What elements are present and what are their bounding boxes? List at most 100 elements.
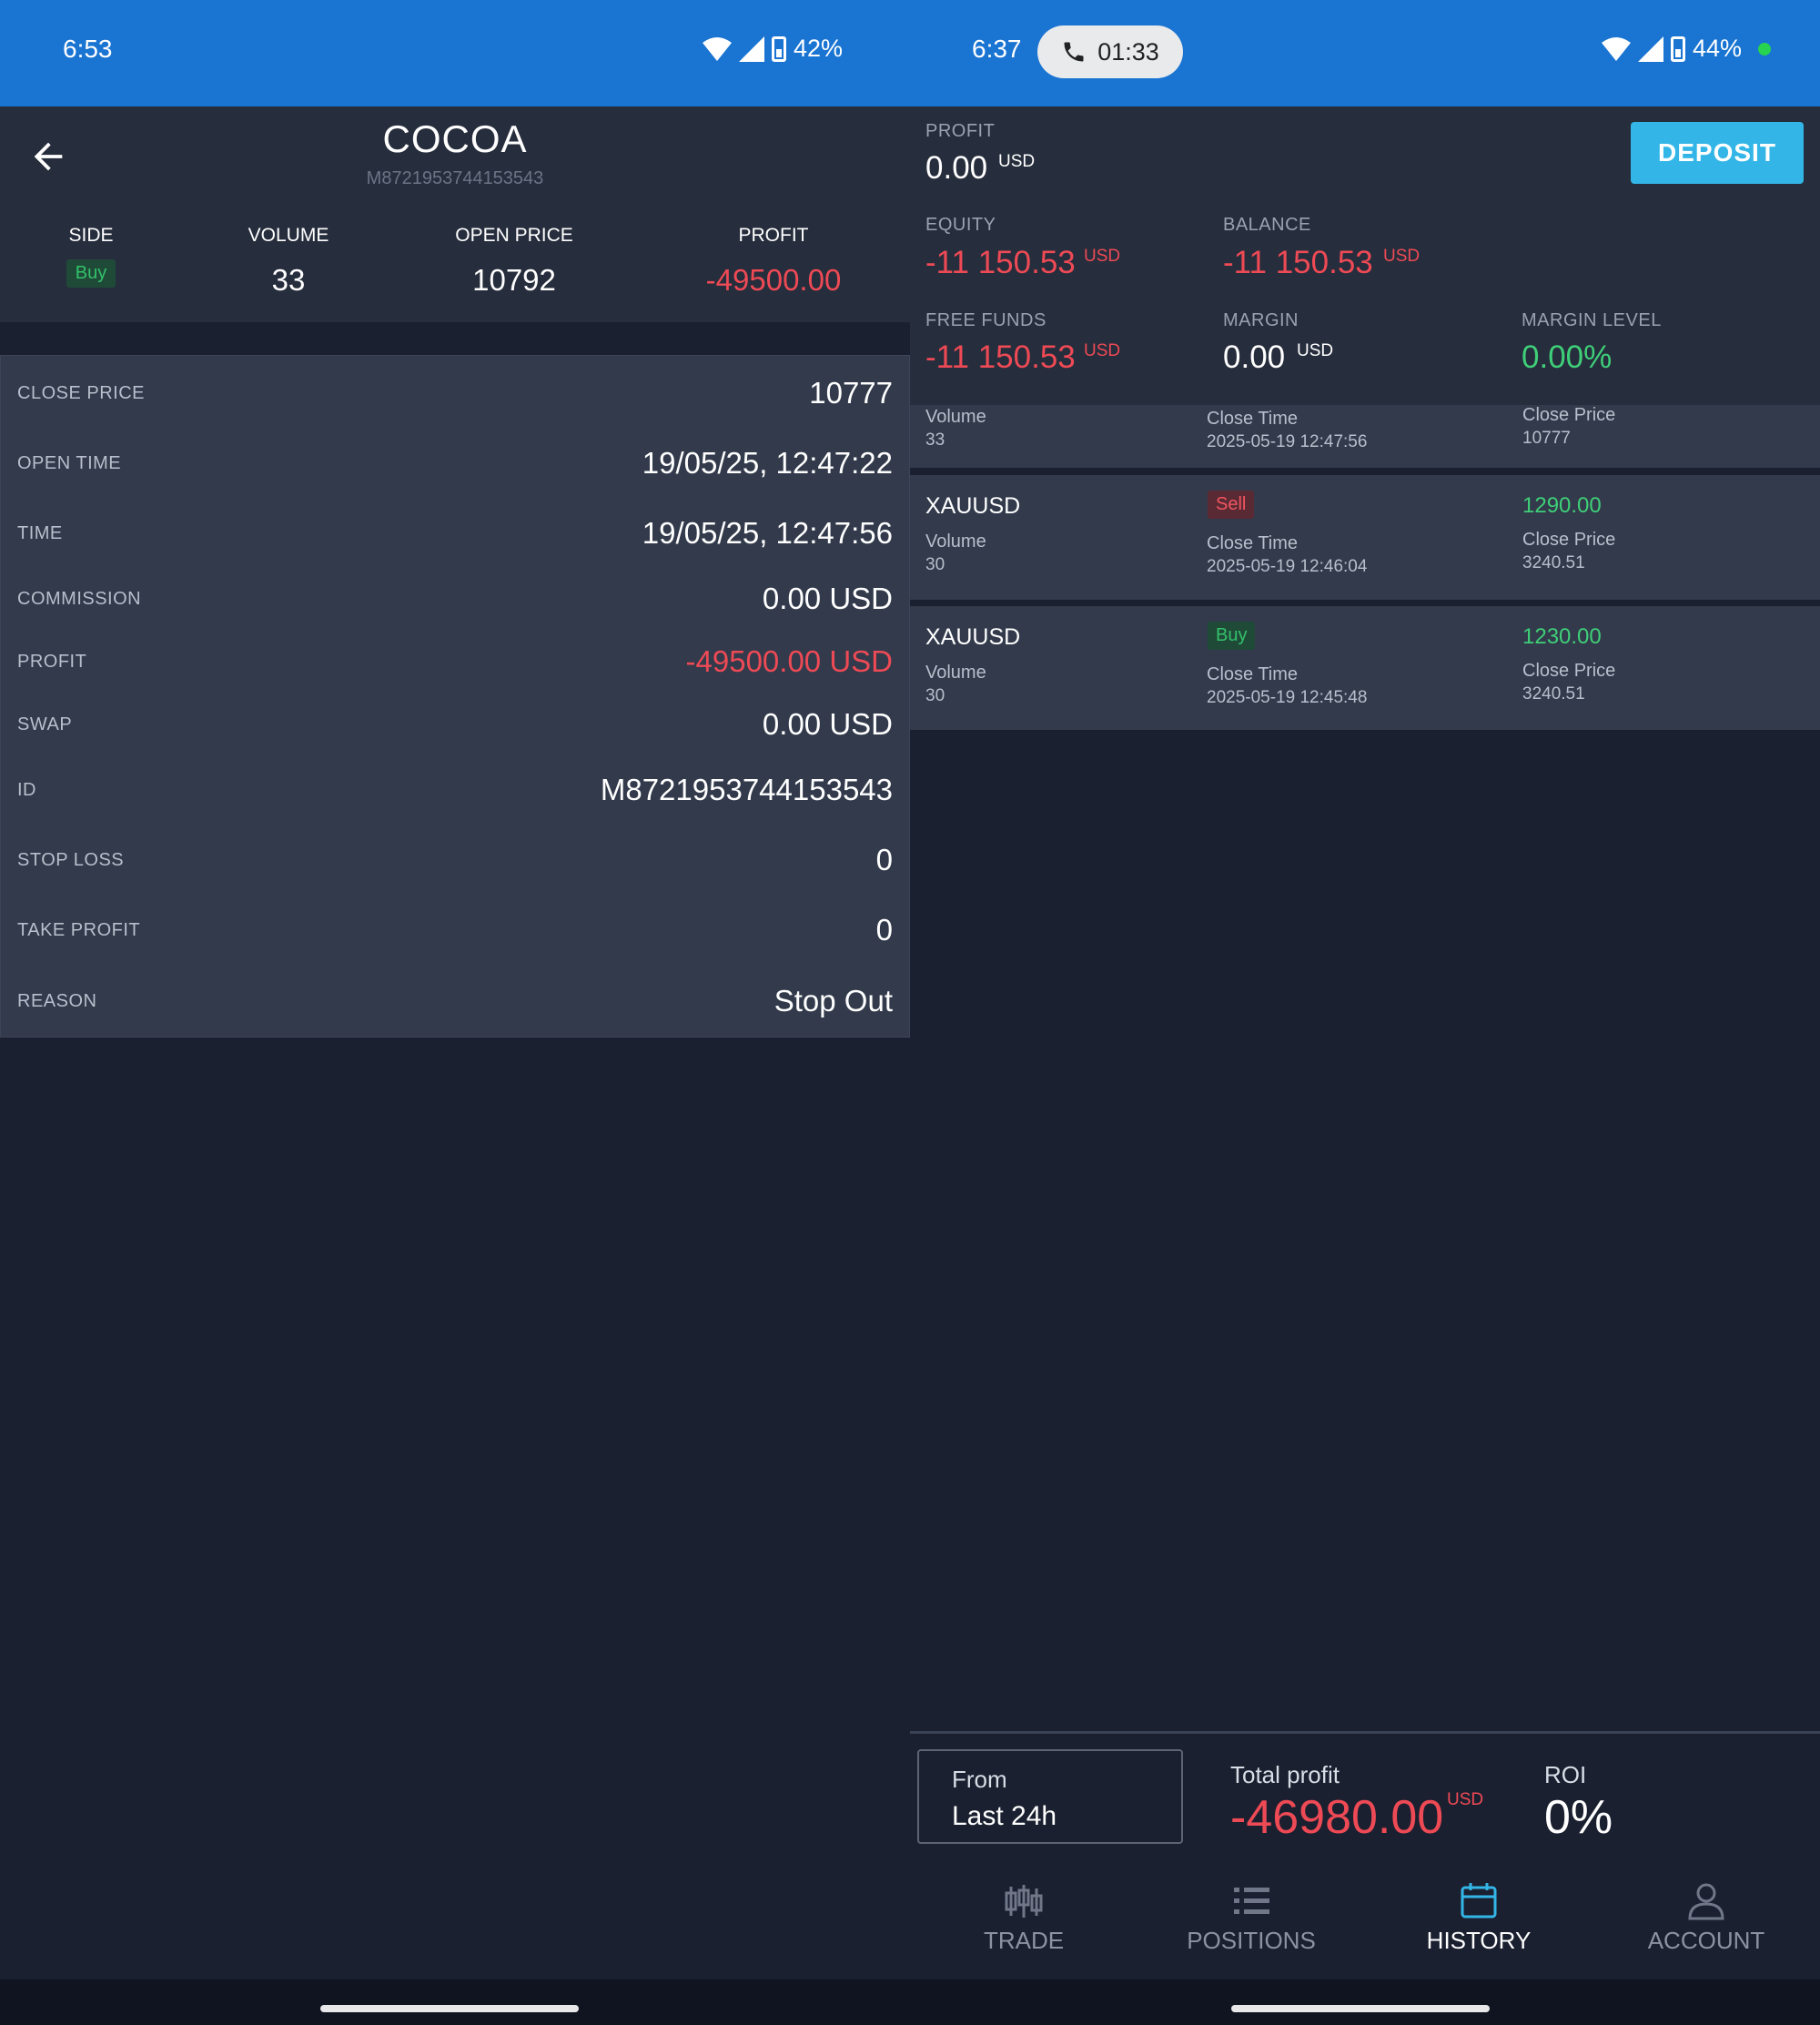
total-profit-currency: USD [1447, 1790, 1484, 1809]
balance-label: BALANCE [1223, 215, 1311, 235]
row-key: TAKE PROFIT [17, 920, 141, 940]
divider [0, 322, 910, 355]
clock: 6:53 [63, 35, 113, 63]
margin-value: 0.00 [1223, 339, 1286, 375]
volume-label: Volume [925, 532, 986, 552]
account-summary: PROFIT 0.00 USD DEPOSIT EQUITY -11 150.5… [910, 106, 1820, 405]
nav-positions[interactable]: POSITIONS [1138, 1881, 1365, 1955]
volume-label: Volume [925, 407, 986, 427]
side-badge: Buy [1208, 622, 1256, 650]
profit-stat: PROFIT -49500.00 [673, 225, 874, 298]
row-value: 10777 [809, 376, 893, 410]
volume-label: VOLUME [248, 225, 329, 246]
wifi-icon [1602, 36, 1631, 61]
margin-level-label: MARGIN LEVEL [1522, 310, 1662, 330]
side-badge: Sell [1208, 491, 1255, 519]
roi-label: ROI [1544, 1761, 1587, 1788]
from-label: From [952, 1766, 1007, 1793]
battery-percent: 42% [794, 35, 844, 62]
volume-stat: VOLUME 33 [234, 225, 343, 298]
open-price-label: OPEN PRICE [455, 225, 573, 246]
side-label: SIDE [68, 225, 114, 246]
close-time-label: Close Time [1207, 409, 1299, 429]
detail-row: TIME 19/05/25, 12:47:56 [1, 516, 911, 552]
roi-value: 0% [1544, 1791, 1613, 1844]
volume-value: 33 [271, 263, 306, 297]
pnl-value: 1230.00 [1522, 624, 1602, 649]
call-indicator[interactable]: 01:33 [1037, 25, 1183, 78]
profit-value: 0.00 [925, 150, 988, 186]
row-key: STOP LOSS [17, 850, 125, 870]
close-price-label: Close Price [1522, 530, 1616, 550]
detail-row: COMMISSION 0.00 USD [1, 582, 911, 618]
row-value: 19/05/25, 12:47:22 [642, 446, 893, 480]
volume-value: 30 [925, 555, 945, 574]
volume-label: Volume [925, 663, 986, 683]
deposit-button[interactable]: DEPOSIT [1631, 122, 1804, 184]
nav-label: POSITIONS [1187, 1927, 1316, 1954]
battery-icon [772, 35, 786, 62]
battery-icon [1671, 35, 1685, 62]
profit-label: PROFIT [925, 121, 996, 141]
nav-history[interactable]: HISTORY [1365, 1881, 1592, 1955]
close-time-label: Close Time [1207, 664, 1299, 684]
close-price-label: Close Price [1522, 661, 1616, 681]
row-key: SWAP [17, 714, 73, 734]
nav-account[interactable]: ACCOUNT [1592, 1881, 1820, 1955]
detail-row: CLOSE PRICE 10777 [1, 376, 911, 412]
from-filter-select[interactable]: From Last 24h [917, 1749, 1183, 1844]
margin-currency: USD [1297, 341, 1334, 360]
status-bar-right: 6:37 01:33 44% [910, 0, 1820, 106]
signal-icon [739, 35, 764, 62]
gesture-area [0, 1979, 1820, 2025]
nav-label: HISTORY [1426, 1927, 1532, 1954]
free-funds-currency: USD [1084, 341, 1121, 360]
row-key: TIME [17, 523, 63, 543]
margin-label: MARGIN [1223, 310, 1299, 330]
nav-label: TRADE [983, 1927, 1065, 1954]
status-bar-left: 6:53 42% [0, 0, 910, 106]
side-stat: SIDE Buy [36, 225, 146, 288]
row-value: -49500.00 USD [685, 644, 893, 678]
detail-row: ID M8721953744153543 [1, 773, 911, 809]
user-icon [1688, 1883, 1724, 1920]
history-row[interactable]: Volume 33 Close Time 2025-05-19 12:47:56… [910, 405, 1820, 471]
calendar-icon [1461, 1883, 1497, 1919]
profit-value: -49500.00 [705, 263, 842, 297]
total-profit-value: -46980.00 [1230, 1791, 1444, 1844]
free-funds-value: -11 150.53 [925, 339, 1076, 375]
history-row[interactable]: XAUUSD Sell 1290.00 Volume 30 Close Time… [910, 475, 1820, 603]
detail-row: PROFIT -49500.00 USD [1, 644, 911, 681]
battery-percent: 44% [1693, 35, 1743, 62]
close-time-value: 2025-05-19 12:47:56 [1207, 432, 1368, 451]
total-profit-label: Total profit [1230, 1761, 1340, 1788]
detail-row: STOP LOSS 0 [1, 843, 911, 879]
status-icons: 42% [703, 35, 843, 63]
row-key: CLOSE PRICE [17, 383, 145, 403]
nav-trade[interactable]: TRADE [910, 1881, 1138, 1955]
from-value: Last 24h [952, 1801, 1057, 1831]
row-key: ID [17, 780, 36, 800]
row-value: 0 [875, 843, 893, 876]
row-key: COMMISSION [17, 589, 142, 609]
volume-value: 30 [925, 686, 945, 705]
close-time-label: Close Time [1207, 533, 1299, 553]
close-price-value: 3240.51 [1522, 684, 1585, 704]
detail-row: REASON Stop Out [1, 984, 911, 1020]
side-badge: Buy [66, 259, 116, 288]
profit-currency: USD [998, 152, 1036, 171]
open-price-stat: OPEN PRICE 10792 [432, 225, 596, 298]
detail-row: TAKE PROFIT 0 [1, 913, 911, 949]
close-price-value: 3240.51 [1522, 553, 1585, 572]
history-panel: PROFIT 0.00 USD DEPOSIT EQUITY -11 150.5… [910, 106, 1820, 2025]
close-time-value: 2025-05-19 12:45:48 [1207, 688, 1368, 707]
nav-label: ACCOUNT [1647, 1927, 1765, 1954]
balance-value: -11 150.53 [1223, 245, 1373, 280]
trade-header: COCOA M8721953744153543 SIDE Buy VOLUME … [0, 106, 910, 322]
home-indicator[interactable] [1231, 2005, 1490, 2012]
equity-currency: USD [1084, 247, 1121, 266]
home-indicator[interactable] [320, 2005, 579, 2012]
bottom-nav: TRADE POSITIONS HISTORY ACCOUNT [910, 1881, 1820, 1981]
signal-icon [1638, 35, 1663, 62]
history-row[interactable]: XAUUSD Buy 1230.00 Volume 30 Close Time … [910, 606, 1820, 734]
